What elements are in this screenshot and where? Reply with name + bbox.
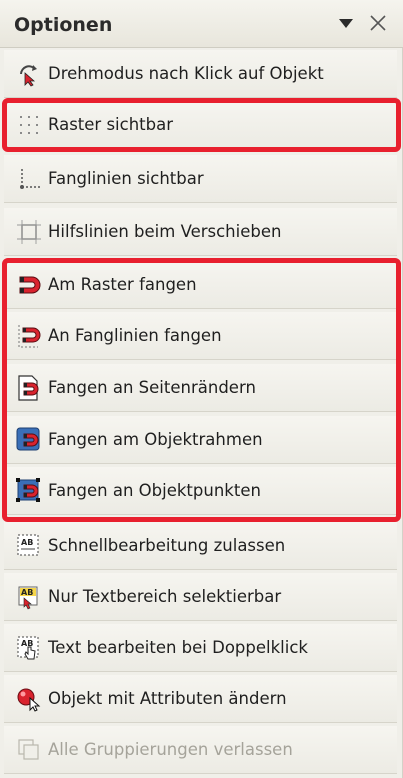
- svg-text:AB: AB: [21, 538, 33, 547]
- magnet-object-points-icon: [16, 477, 42, 504]
- text-area-select-icon: AB: [16, 584, 42, 610]
- option-edit-on-doubleclick[interactable]: AB Text bearbeiten bei Doppelklick: [4, 624, 397, 672]
- snap-lines-icon: [16, 166, 42, 192]
- option-quick-edit[interactable]: AB Schnellbearbeitung zulassen: [4, 522, 397, 570]
- text-edit-doubleclick-icon: AB: [16, 635, 42, 661]
- option-label: Fangen an Objektpunkten: [48, 481, 261, 500]
- option-label: Alle Gruppierungen verlassen: [48, 740, 293, 759]
- option-label: Am Raster fangen: [48, 275, 197, 294]
- option-label: Fangen am Objektrahmen: [48, 430, 263, 449]
- svg-text:AB: AB: [21, 588, 33, 597]
- option-snap-to-page-margins[interactable]: Fangen an Seitenrändern: [4, 364, 397, 412]
- guidelines-icon: [16, 219, 42, 245]
- grid-icon: [16, 112, 42, 138]
- magnet-snaplines-icon: [16, 323, 42, 349]
- option-snap-lines-visible[interactable]: Fanglinien sichtbar: [4, 155, 397, 203]
- option-label: Schnellbearbeitung zulassen: [48, 536, 286, 555]
- option-grid-visible[interactable]: Raster sichtbar: [4, 101, 397, 149]
- option-label: Objekt mit Attributen ändern: [48, 689, 287, 708]
- panel-title: Optionen: [14, 14, 113, 36]
- option-snap-to-object-points[interactable]: Fangen an Objektpunkten: [4, 467, 397, 515]
- option-label: Fangen an Seitenrändern: [48, 378, 256, 397]
- title-controls: [335, 10, 389, 36]
- rotate-mode-icon: [16, 61, 42, 87]
- magnet-object-frame-icon: [16, 427, 42, 453]
- option-snap-to-snaplines[interactable]: An Fanglinien fangen: [4, 312, 397, 360]
- magnet-page-margins-icon: [16, 374, 42, 401]
- option-guidelines-on-move[interactable]: Hilfslinien beim Verschieben: [4, 208, 397, 256]
- option-exit-all-groups[interactable]: Alle Gruppierungen verlassen: [4, 726, 397, 774]
- option-label: An Fanglinien fangen: [48, 326, 222, 345]
- quick-edit-icon: AB: [16, 533, 42, 559]
- option-snap-to-grid[interactable]: Am Raster fangen: [4, 261, 397, 309]
- option-label: Hilfslinien beim Verschieben: [48, 222, 282, 241]
- exit-groups-icon: [16, 737, 42, 763]
- magnet-grid-icon: [16, 272, 42, 298]
- object-attributes-icon: [16, 686, 42, 712]
- option-snap-to-object-frame[interactable]: Fangen am Objektrahmen: [4, 416, 397, 464]
- option-label: Drehmodus nach Klick auf Objekt: [48, 64, 324, 83]
- panel-titlebar: Optionen: [0, 0, 403, 48]
- options-panel: Optionen Drehmodus nach Klick auf Objekt: [0, 0, 403, 778]
- option-label: Raster sichtbar: [48, 115, 174, 134]
- triangle-down-icon[interactable]: [335, 12, 357, 34]
- option-rotate-mode[interactable]: Drehmodus nach Klick auf Objekt: [4, 50, 397, 98]
- close-icon[interactable]: [367, 12, 389, 34]
- option-text-area-only[interactable]: AB Nur Textbereich selektierbar: [4, 573, 397, 621]
- option-change-object-attributes[interactable]: Objekt mit Attributen ändern: [4, 675, 397, 723]
- option-label: Nur Textbereich selektierbar: [48, 587, 282, 606]
- option-label: Fanglinien sichtbar: [48, 169, 204, 188]
- option-label: Text bearbeiten bei Doppelklick: [48, 638, 308, 657]
